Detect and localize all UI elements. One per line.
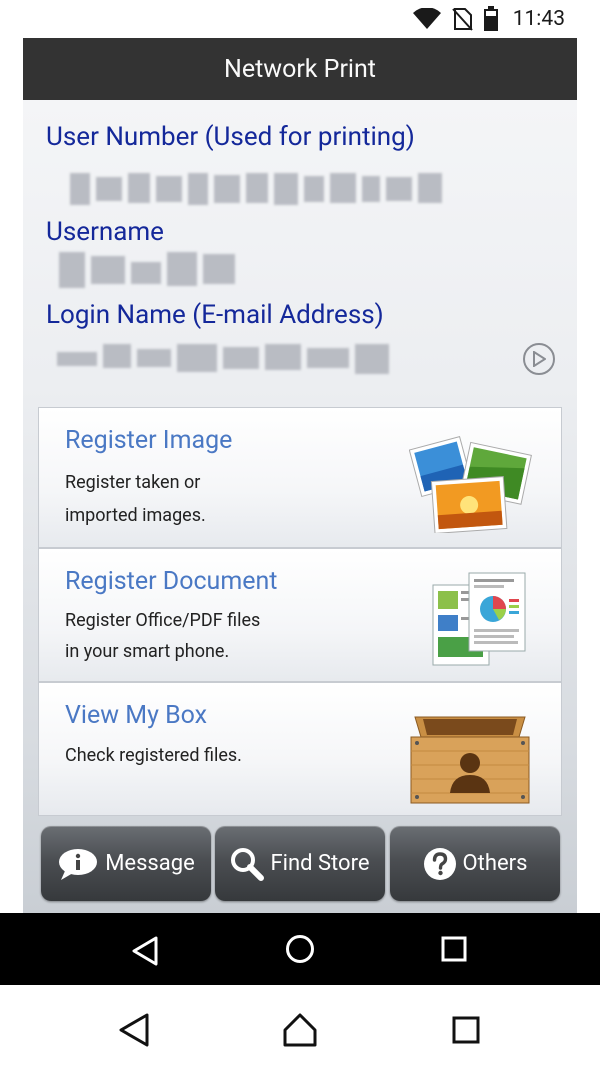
back-nav-icon-2[interactable] — [112, 1008, 156, 1052]
others-button-label: Others — [462, 851, 528, 876]
view-my-box-card[interactable]: View My Box Check registered files. — [38, 682, 562, 816]
message-button[interactable]: Message — [41, 826, 211, 901]
register-image-desc-line2: imported images. — [65, 505, 206, 526]
register-image-title: Register Image — [65, 426, 233, 455]
status-icons: 11:43 — [412, 5, 565, 33]
back-nav-icon[interactable] — [125, 931, 165, 971]
wifi-icon — [412, 8, 441, 29]
register-document-card[interactable]: Register Document Register Office/PDF fi… — [38, 548, 562, 682]
user-number-label: User Number (Used for printing) — [46, 122, 415, 152]
view-my-box-title: View My Box — [65, 701, 208, 730]
search-icon — [231, 847, 265, 881]
question-icon — [423, 847, 456, 880]
photos-icon — [409, 435, 532, 533]
no-sim-icon — [451, 8, 473, 31]
forward-circle-icon[interactable] — [523, 343, 555, 375]
view-my-box-desc: Check registered files. — [65, 745, 242, 766]
find-store-button-label: Find Store — [270, 851, 370, 876]
login-name-value-redacted — [57, 344, 389, 374]
register-document-desc-line1: Register Office/PDF files — [65, 610, 261, 631]
others-button[interactable]: Others — [390, 826, 560, 901]
info-bubble-icon — [59, 848, 98, 880]
battery-icon — [483, 6, 498, 31]
page-title: Network Print — [23, 38, 577, 100]
recents-nav-icon-2[interactable] — [444, 1008, 488, 1052]
register-image-card[interactable]: Register Image Register taken or importe… — [38, 407, 562, 548]
register-document-desc-line2: in your smart phone. — [65, 641, 230, 662]
username-value-redacted — [59, 252, 235, 288]
status-bar: 11:43 — [0, 0, 600, 38]
register-image-desc-line1: Register taken or — [65, 472, 201, 493]
home-nav-icon[interactable] — [280, 929, 320, 969]
documents-icon — [432, 572, 526, 666]
register-document-title: Register Document — [65, 567, 278, 596]
app-screen: Network Print User Number (Used for prin… — [23, 38, 577, 913]
user-number-value-redacted — [70, 173, 442, 205]
recents-nav-icon[interactable] — [434, 929, 474, 969]
status-time: 11:43 — [512, 7, 565, 31]
device-nav-bar — [0, 985, 600, 1067]
login-name-label: Login Name (E-mail Address) — [46, 300, 384, 330]
home-nav-icon-2[interactable] — [278, 1008, 322, 1052]
box-icon — [410, 716, 530, 804]
username-label: Username — [46, 217, 164, 247]
system-nav-bar — [0, 913, 600, 985]
find-store-button[interactable]: Find Store — [215, 826, 385, 901]
message-button-label: Message — [105, 851, 195, 876]
